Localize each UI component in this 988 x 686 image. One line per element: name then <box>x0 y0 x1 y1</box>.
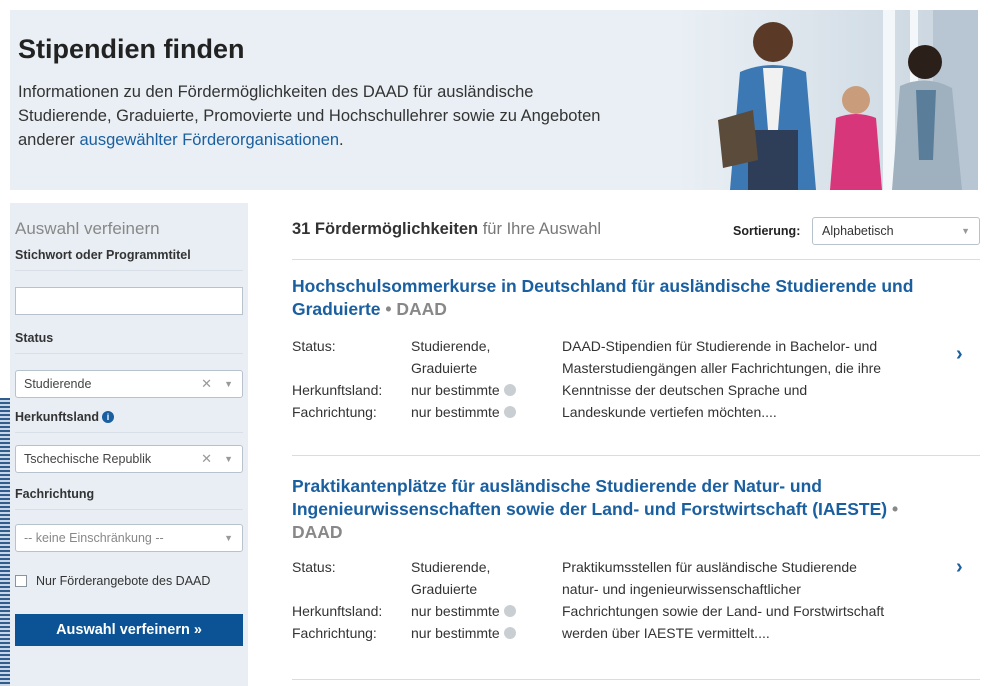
chevron-down-icon[interactable]: ▼ <box>224 446 233 472</box>
status-value-2: Graduierte <box>411 360 478 376</box>
status-value-1: Studierende, <box>411 338 491 354</box>
country-value-text: nur bestimmte <box>411 603 500 619</box>
country-value-text: nur bestimmte <box>411 382 500 398</box>
status-value-2: Graduierte <box>411 581 478 597</box>
country-select-value: Tschechische Republik <box>24 452 152 466</box>
desc-line: DAAD-Stipendien für Studierende in Bache… <box>562 338 878 354</box>
sort-label: Sortierung: <box>733 224 801 238</box>
info-icon[interactable] <box>503 384 516 396</box>
students-photo <box>678 10 978 190</box>
result-meta-values: Studierende, Graduierte nur bestimmte nu… <box>411 335 551 423</box>
subject-key: Fachrichtung: <box>292 404 377 420</box>
chevron-down-icon[interactable]: ▼ <box>224 371 233 397</box>
country-key: Herkunftsland: <box>292 382 383 398</box>
country-key: Herkunftsland: <box>292 603 383 619</box>
result-title-line-text[interactable]: Ingenieurwissenschaften sowie der Land- … <box>292 499 887 519</box>
sort-select-value: Alphabetisch <box>822 224 894 238</box>
subject-value: nur bestimmte <box>411 622 551 644</box>
country-select[interactable]: Tschechische Republik ✕ ▼ <box>15 445 243 473</box>
page-title: Stipendien finden <box>18 34 245 64</box>
keyword-input[interactable] <box>15 287 243 315</box>
info-icon[interactable] <box>503 605 516 617</box>
results-count: 31 Fördermöglichkeiten für Ihre Auswahl <box>292 220 601 239</box>
results-count-suffix: für Ihre Auswahl <box>478 220 602 238</box>
result-title[interactable]: Praktikantenplätze für ausländische Stud… <box>292 475 980 544</box>
desc-line: Kenntnisse der deutschen Sprache und <box>562 382 808 398</box>
status-value-1: Studierende, <box>411 559 491 575</box>
result-org-name: DAAD <box>396 299 447 319</box>
subject-value-text: nur bestimmte <box>411 404 500 420</box>
chevron-down-icon[interactable]: ▼ <box>224 525 233 551</box>
hero-banner: Stipendien finden Informationen zu den F… <box>10 10 978 190</box>
desc-line: natur- und ingenieurwissenschaftlicher <box>562 581 801 597</box>
status-select[interactable]: Studierende ✕ ▼ <box>15 370 243 398</box>
result-item: Hochschulsommerkurse in Deutschland für … <box>292 275 980 321</box>
result-description: DAAD-Stipendien für Studierende in Bache… <box>562 335 942 423</box>
result-org: DAAD <box>292 522 343 542</box>
desc-line: Landeskunde vertiefen möchten.... <box>562 404 777 420</box>
result-title-line[interactable]: Praktikantenplätze für ausländische Stud… <box>292 475 980 498</box>
hero-text-end: . <box>339 131 344 149</box>
info-icon[interactable]: i <box>102 411 115 423</box>
result-org: • DAAD <box>385 299 447 319</box>
results-list: 31 Fördermöglichkeiten für Ihre Auswahl … <box>292 203 980 686</box>
status-key: Status: <box>292 338 336 354</box>
sidebar-heading: Auswahl verfeinern <box>15 219 160 238</box>
desc-line: werden über IAESTE vermittelt.... <box>562 625 770 641</box>
info-icon[interactable] <box>503 627 516 639</box>
subject-label: Fachrichtung <box>15 487 243 510</box>
daad-only-label: Nur Förderangebote des DAAD <box>36 574 211 588</box>
result-meta-keys: Status: Herkunftsland: Fachrichtung: <box>292 556 410 644</box>
result-title[interactable]: Hochschulsommerkurse in Deutschland für … <box>292 275 980 321</box>
results-count-number: 31 Fördermöglichkeiten <box>292 220 479 238</box>
filter-sidebar: Auswahl verfeinern Stichwort oder Progra… <box>10 203 248 686</box>
desc-line: Fachrichtungen sowie der Land- und Forst… <box>562 603 885 619</box>
funding-organisations-link[interactable]: ausgewählter Förderorganisationen <box>79 131 339 149</box>
subject-key: Fachrichtung: <box>292 625 377 641</box>
country-label-text: Herkunftsland <box>15 410 100 424</box>
daad-only-checkbox[interactable] <box>15 575 27 587</box>
info-icon[interactable] <box>503 406 516 418</box>
desc-line: Masterstudiengängen aller Fachrichtungen… <box>562 360 882 376</box>
status-key-spacer <box>292 578 410 600</box>
daad-only-checkbox-row[interactable]: Nur Förderangebote des DAAD <box>15 574 243 588</box>
country-value: nur bestimmte <box>411 600 551 622</box>
status-key: Status: <box>292 559 336 575</box>
status-select-value: Studierende <box>24 377 92 391</box>
subject-value: nur bestimmte <box>411 401 551 423</box>
country-value: nur bestimmte <box>411 379 551 401</box>
result-item: Praktikantenplätze für ausländische Stud… <box>292 475 980 544</box>
country-label: Herkunftsland i <box>15 410 243 433</box>
results-divider <box>292 455 980 456</box>
results-divider <box>292 679 980 680</box>
keyword-label: Stichwort oder Programmtitel <box>15 248 243 271</box>
chevron-down-icon[interactable]: ▼ <box>961 218 970 244</box>
subject-select-value: -- keine Einschränkung -- <box>24 531 164 545</box>
chevron-right-icon[interactable]: › <box>956 556 963 579</box>
edge-decoration <box>0 398 10 686</box>
result-org-dot: • <box>891 499 899 519</box>
status-label: Status <box>15 331 243 354</box>
result-meta-values: Studierende, Graduierte nur bestimmte nu… <box>411 556 551 644</box>
subject-value-text: nur bestimmte <box>411 625 500 641</box>
result-title-line-2[interactable]: Ingenieurwissenschaften sowie der Land- … <box>292 498 980 521</box>
refine-button[interactable]: Auswahl verfeinern » <box>15 614 243 646</box>
desc-line: Praktikumsstellen für ausländische Studi… <box>562 559 857 575</box>
subject-select[interactable]: -- keine Einschränkung -- ▼ <box>15 524 243 552</box>
results-divider <box>292 259 980 260</box>
status-key-spacer <box>292 357 410 379</box>
hero-description: Informationen zu den Fördermöglichkeiten… <box>18 80 618 152</box>
clear-icon[interactable]: ✕ <box>201 446 212 472</box>
sort-select[interactable]: Alphabetisch ▼ <box>812 217 980 245</box>
clear-icon[interactable]: ✕ <box>201 371 212 397</box>
result-description: Praktikumsstellen für ausländische Studi… <box>562 556 952 644</box>
chevron-right-icon[interactable]: › <box>956 343 963 366</box>
result-meta-keys: Status: Herkunftsland: Fachrichtung: <box>292 335 410 423</box>
